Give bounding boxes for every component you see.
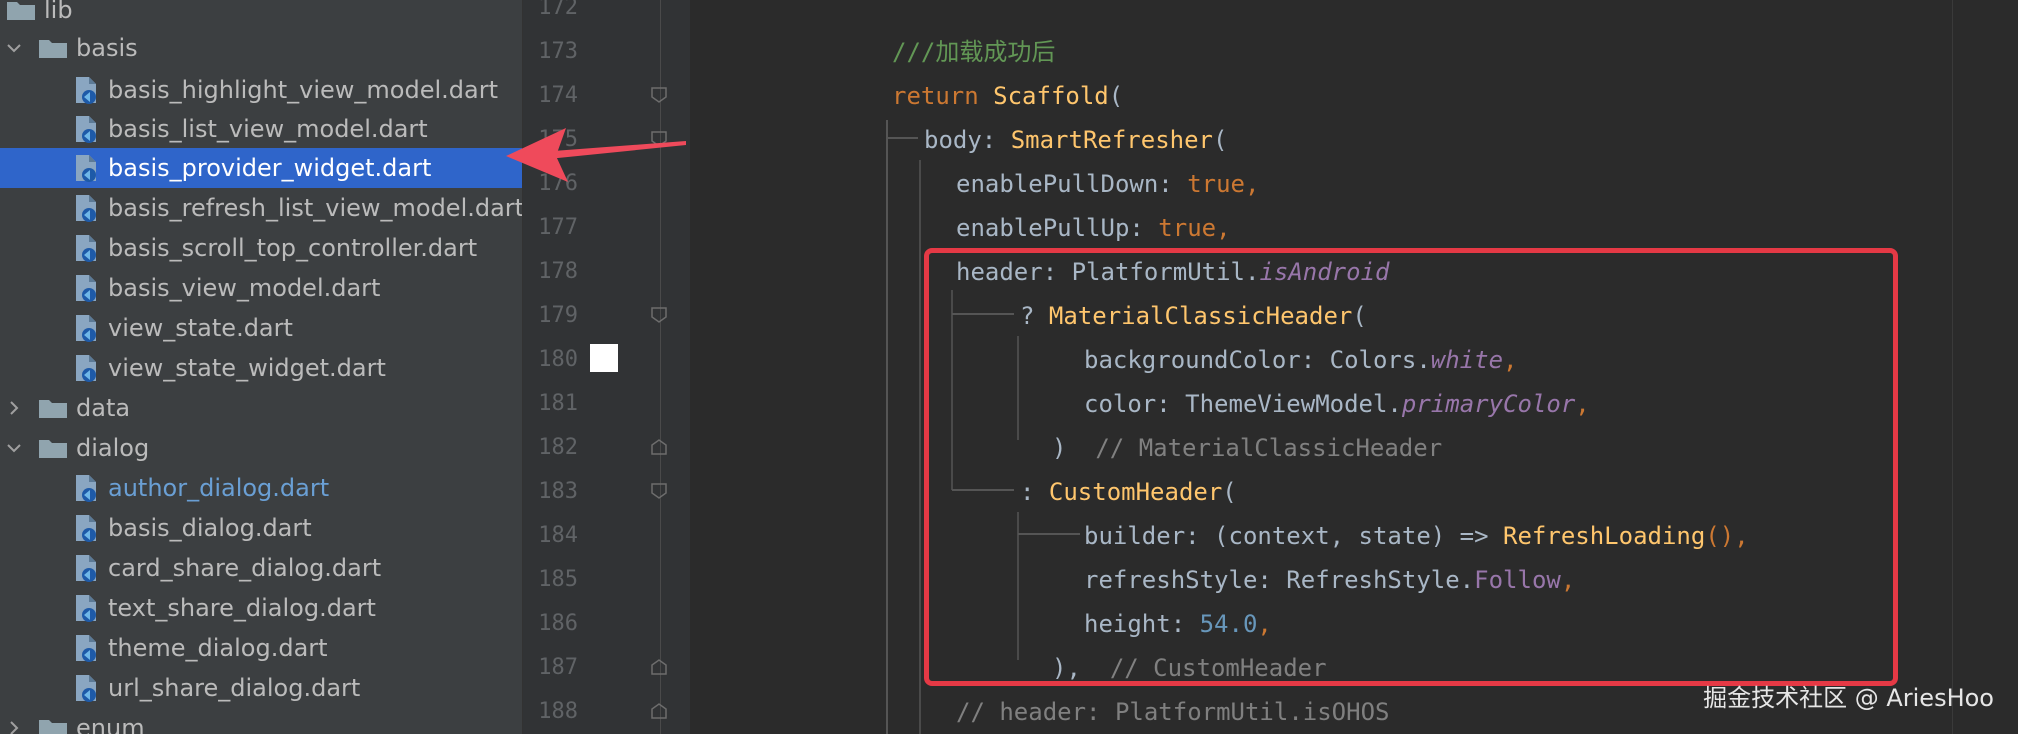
keyword: true	[1187, 170, 1245, 198]
code-text: (	[1108, 82, 1124, 110]
right-margin-guide	[1952, 0, 1953, 734]
code-line-174[interactable]: return Scaffold(	[892, 74, 1123, 118]
line-number: 184	[538, 523, 578, 548]
keyword: return	[892, 82, 979, 110]
code-line-188[interactable]: // header: PlatformUtil.isOHOS	[956, 690, 1389, 734]
line-number: 176	[538, 171, 578, 196]
fold-end-icon[interactable]	[650, 438, 668, 456]
code-text: ,	[1244, 170, 1260, 198]
code-line-173[interactable]: ///加载成功后	[892, 30, 1055, 74]
line-number: 183	[538, 479, 578, 504]
line-number: 173	[538, 39, 578, 64]
line-number: 182	[538, 435, 578, 460]
fold-toggle-icon[interactable]	[650, 306, 668, 324]
line-number: 180	[538, 347, 578, 372]
bookmark-marker[interactable]	[590, 344, 618, 372]
gutter-divider	[660, 0, 661, 734]
watermark: 掘金技术社区 @ AriesHoo	[1703, 684, 1994, 712]
fold-end-icon[interactable]	[650, 658, 668, 676]
line-number: 179	[538, 303, 578, 328]
fold-toggle-icon[interactable]	[650, 86, 668, 104]
code-line-175[interactable]: body: SmartRefresher(	[924, 118, 1227, 162]
code-text: enablePullDown:	[956, 170, 1188, 198]
doc-comment: ///加载成功后	[892, 38, 1056, 66]
code-line-177[interactable]: enablePullUp: true,	[956, 206, 1231, 250]
code-text: body:	[924, 126, 1011, 154]
fold-toggle-icon[interactable]	[650, 482, 668, 500]
line-number: 172	[538, 0, 578, 20]
function-name: SmartRefresher	[1010, 126, 1213, 154]
line-number: 187	[538, 655, 578, 680]
code-line-176[interactable]: enablePullDown: true,	[956, 162, 1259, 206]
line-number: 188	[538, 699, 578, 724]
fold-end-icon[interactable]	[650, 702, 668, 720]
fold-toggle-icon[interactable]	[650, 130, 668, 148]
line-number: 178	[538, 259, 578, 284]
line-number: 175	[538, 127, 578, 152]
code-text: ,	[1216, 214, 1231, 242]
keyword: true	[1158, 214, 1217, 242]
function-name: Scaffold	[993, 82, 1109, 110]
line-number: 185	[538, 567, 578, 592]
line-number: 177	[538, 215, 578, 240]
annotation-highlight-box	[924, 248, 1898, 686]
line-number: 181	[538, 391, 578, 416]
code-text: (	[1213, 126, 1228, 154]
line-comment: // header: PlatformUtil.isOHOS	[956, 698, 1390, 726]
line-number: 186	[538, 611, 578, 636]
code-text: enablePullUp:	[956, 214, 1159, 242]
line-number: 174	[538, 83, 578, 108]
